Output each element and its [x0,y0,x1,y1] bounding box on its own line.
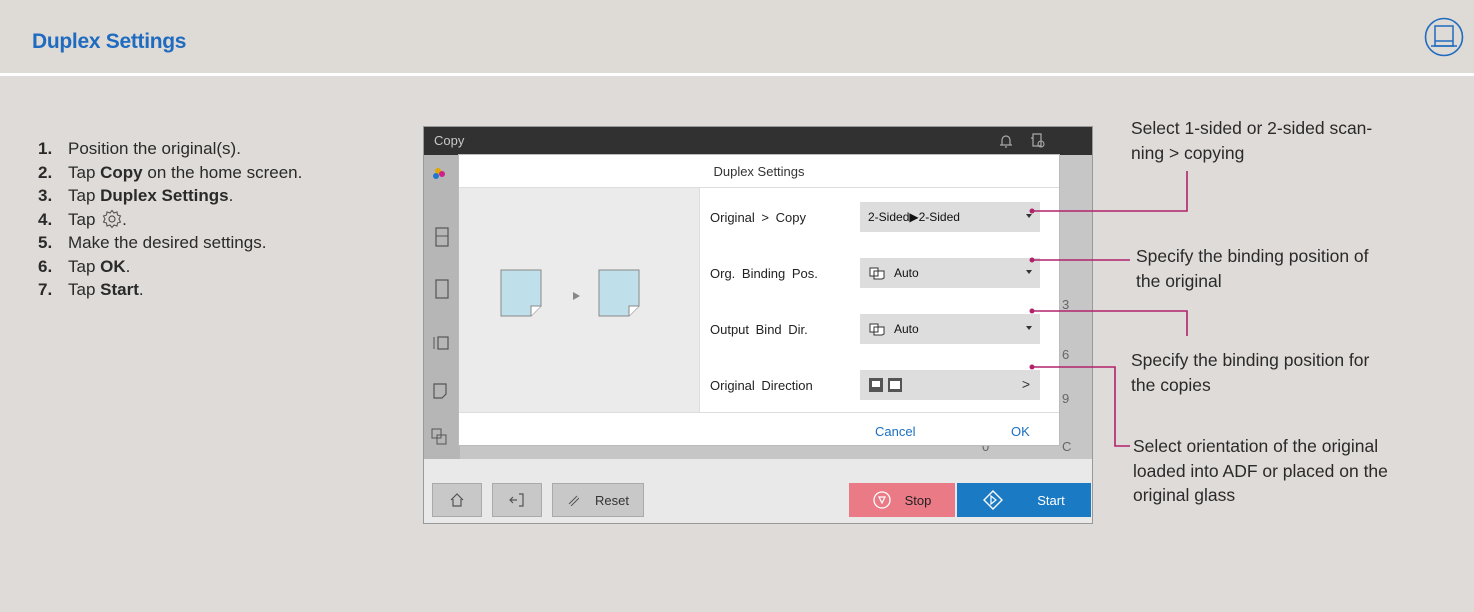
callout-lines [1029,171,1188,447]
callout-line: loaded into ADF or placed on the [1133,460,1388,481]
callout-output-bind: Specify the binding position for the cop… [1131,348,1369,397]
callout-org-binding: Specify the binding position of the orig… [1136,244,1369,293]
callout-line: Specify the binding position of [1136,246,1369,266]
callout-original-copy: Select 1-sided or 2-sided scan- ning > c… [1131,116,1372,165]
callout-line: original glass [1133,485,1236,505]
callout-line: the original [1136,270,1222,291]
callout-line: the copies [1131,374,1211,395]
callout-line: Specify the binding position for [1131,350,1370,370]
callout-line: Select 1-sided or 2-sided scan- [1131,118,1373,138]
callout-line: Select orientation of the original [1133,436,1379,456]
callout-original-direction: Select orientation of the original loade… [1133,434,1388,508]
callout-line: ning > copying [1131,142,1245,163]
